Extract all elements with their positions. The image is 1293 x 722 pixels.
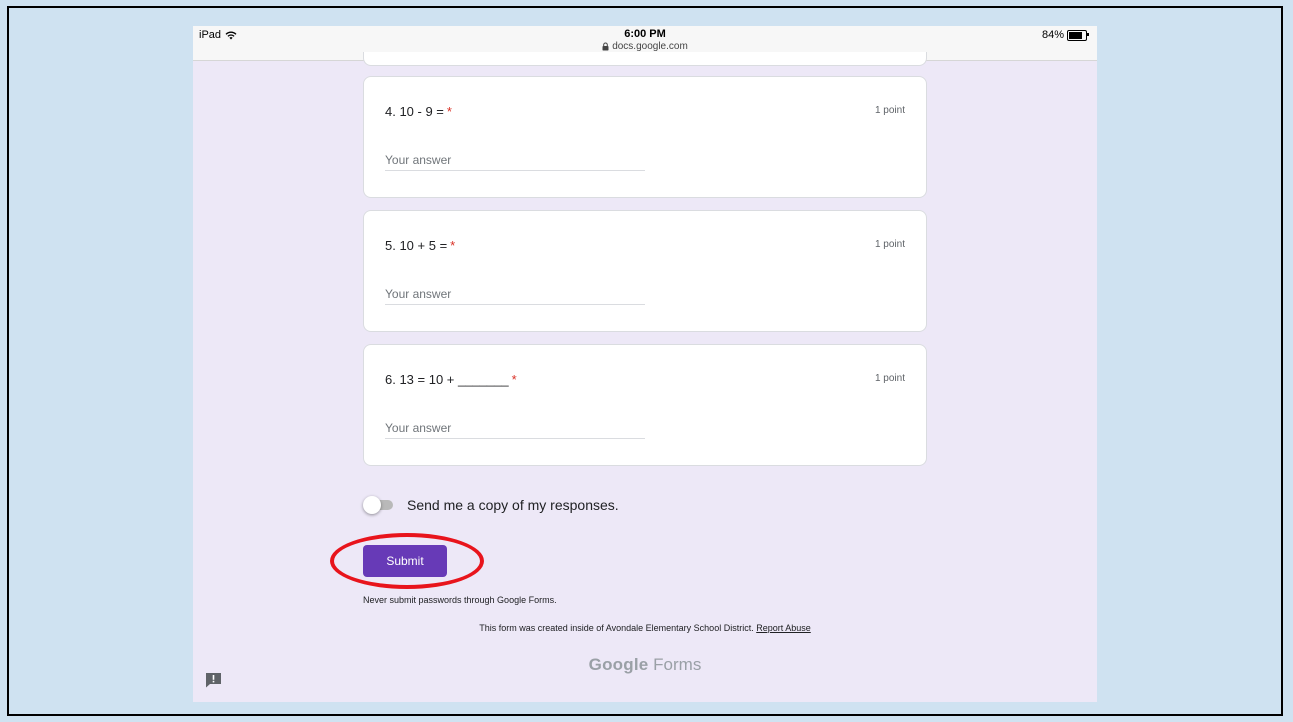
answer-input[interactable] (385, 283, 645, 305)
copy-responses-label: Send me a copy of my responses. (407, 497, 619, 513)
password-warning: Never submit passwords through Google Fo… (363, 595, 557, 605)
logo-google: Google (588, 655, 649, 674)
answer-input[interactable] (385, 417, 645, 439)
question-card: 5. 10 + 5 = * 1 point (363, 210, 927, 332)
question-text: 4. 10 - 9 = (385, 104, 444, 119)
ipad-screen: iPad 6:00 PM docs.google.com 84% 4. 10 -… (193, 26, 1097, 702)
address-url[interactable]: docs.google.com (193, 41, 1097, 52)
copy-responses-toggle[interactable] (363, 496, 395, 514)
question-points: 1 point (874, 373, 905, 384)
status-right: 84% (1041, 29, 1089, 41)
answer-input[interactable] (385, 149, 645, 171)
toggle-knob (363, 496, 381, 514)
battery-icon (1067, 29, 1089, 41)
report-abuse-link[interactable]: Report Abuse (756, 623, 811, 633)
question-title: 5. 10 + 5 = * (385, 238, 455, 253)
question-points: 1 point (874, 239, 905, 250)
required-asterisk: * (450, 238, 456, 253)
google-forms-logo[interactable]: Google Forms (193, 655, 1097, 675)
question-text: 5. 10 + 5 = (385, 238, 448, 253)
previous-question-card (363, 52, 927, 66)
question-card: 4. 10 - 9 = * 1 point (363, 76, 927, 198)
question-title: 6. 13 = 10 + _______ * (385, 372, 517, 387)
question-text: 6. 13 = 10 + _______ (385, 372, 509, 387)
required-asterisk: * (511, 372, 517, 387)
copy-responses-row: Send me a copy of my responses. (363, 496, 619, 514)
question-card: 6. 13 = 10 + _______ * 1 point (363, 344, 927, 466)
battery-percent: 84% (1041, 29, 1064, 41)
url-text: docs.google.com (612, 41, 688, 52)
required-asterisk: * (446, 104, 452, 119)
logo-forms: Forms (653, 655, 702, 674)
submit-button[interactable]: Submit (363, 545, 447, 577)
question-points: 1 point (874, 105, 905, 116)
status-time: 6:00 PM (624, 28, 666, 40)
question-title: 4. 10 - 9 = * (385, 104, 452, 119)
lock-icon (602, 42, 609, 51)
status-center: 6:00 PM docs.google.com (193, 28, 1097, 52)
created-text: This form was created inside of Avondale… (479, 623, 754, 633)
created-by-notice: This form was created inside of Avondale… (193, 623, 1097, 633)
feedback-icon[interactable] (205, 672, 222, 688)
